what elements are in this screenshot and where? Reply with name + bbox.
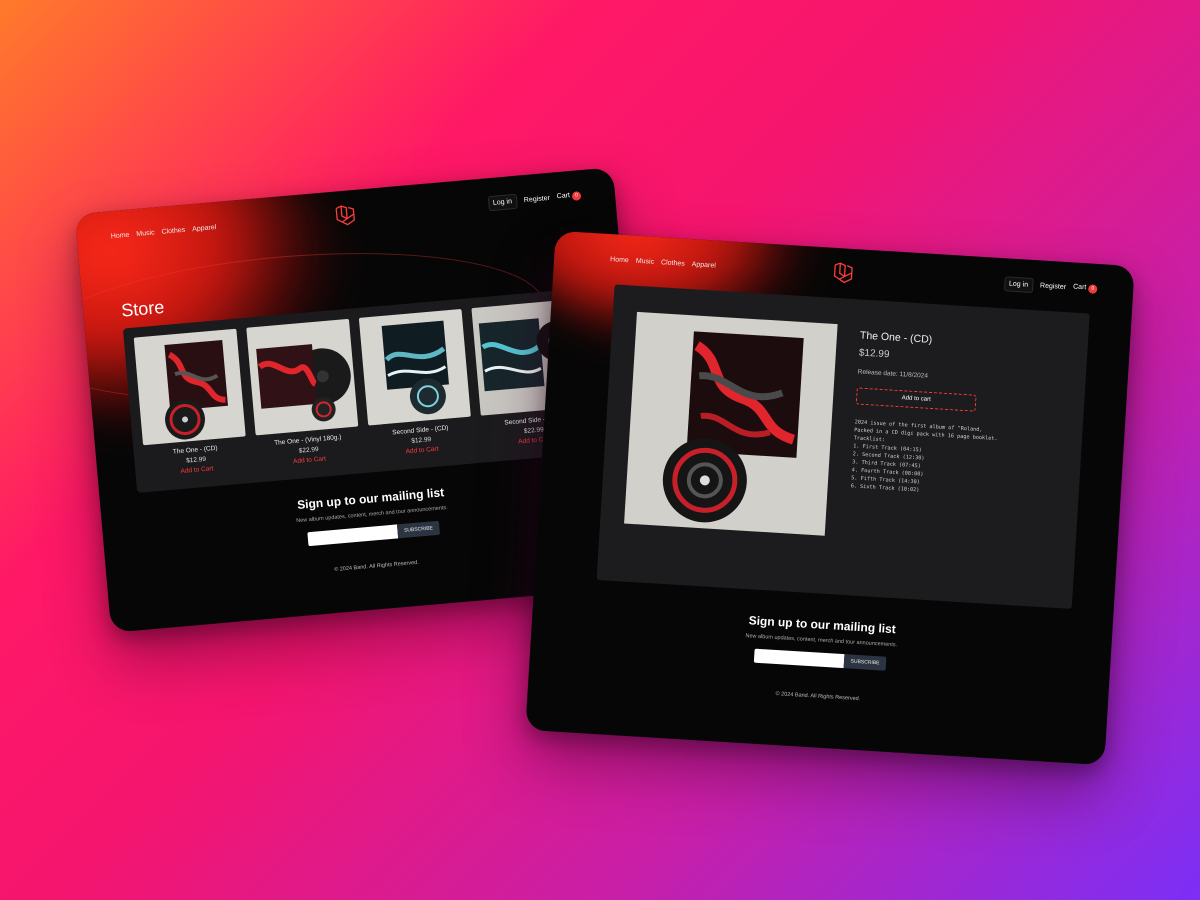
nav-links: Home Music Clothes Apparel bbox=[110, 224, 216, 240]
login-link[interactable]: Log in bbox=[1003, 275, 1034, 293]
nav-apparel[interactable]: Apparel bbox=[192, 224, 217, 233]
cart-count-badge: 0 bbox=[571, 190, 582, 201]
cart-link[interactable]: Cart 0 bbox=[556, 190, 582, 202]
email-field[interactable] bbox=[753, 648, 845, 669]
product-hero-image bbox=[624, 311, 838, 536]
laravel-logo-icon[interactable] bbox=[830, 260, 858, 288]
footer-copyright: © 2024 Band. All Rights Reserved. bbox=[775, 691, 861, 703]
register-link[interactable]: Register bbox=[524, 194, 551, 203]
auth-links: Log in Register Cart 0 bbox=[1003, 275, 1098, 297]
product-detail-screen: Home Music Clothes Apparel Log in Regist… bbox=[525, 230, 1135, 766]
register-link[interactable]: Register bbox=[1040, 282, 1066, 291]
product-image-vinyl[interactable] bbox=[246, 318, 359, 436]
nav-music[interactable]: Music bbox=[636, 257, 655, 265]
subscribe-button[interactable]: SUBSCRIBE bbox=[843, 654, 887, 671]
nav-home[interactable]: Home bbox=[610, 256, 629, 264]
cart-link[interactable]: Cart 0 bbox=[1072, 282, 1098, 294]
nav-clothes[interactable]: Clothes bbox=[161, 226, 185, 235]
login-link[interactable]: Log in bbox=[487, 193, 518, 211]
release-date: Release date: 11/8/2024 bbox=[857, 368, 929, 380]
email-field[interactable] bbox=[306, 524, 398, 547]
nav-links: Home Music Clothes Apparel bbox=[610, 256, 716, 269]
page-title: Store bbox=[120, 296, 166, 321]
cart-label: Cart bbox=[556, 191, 571, 200]
laravel-logo-icon[interactable] bbox=[332, 202, 360, 230]
product-image-cd-2[interactable] bbox=[358, 308, 471, 426]
product-card[interactable]: Second Side - (CD) $12.99 Add to Cart bbox=[358, 308, 475, 472]
product-description: 2024 issue of the first album of "Roland… bbox=[850, 419, 998, 494]
nav-apparel[interactable]: Apparel bbox=[692, 261, 717, 269]
cart-count-badge: 0 bbox=[1088, 283, 1098, 294]
auth-links: Log in Register Cart 0 bbox=[487, 188, 582, 211]
mailing-section: Sign up to our mailing list New album up… bbox=[530, 600, 1112, 684]
product-info: The One - (CD) $12.99 Release date: 11/8… bbox=[851, 330, 1070, 504]
nav-music[interactable]: Music bbox=[136, 229, 155, 238]
product-detail-panel: The One - (CD) $12.99 Release date: 11/8… bbox=[596, 284, 1090, 609]
cart-label: Cart bbox=[1072, 282, 1087, 291]
product-card[interactable]: The One - (CD) $12.99 Add to Cart bbox=[133, 328, 250, 492]
nav-home[interactable]: Home bbox=[110, 231, 129, 240]
store-navbar: Home Music Clothes Apparel Log in Regist… bbox=[75, 167, 617, 264]
subscribe-button[interactable]: SUBSCRIBE bbox=[396, 520, 441, 539]
product-card[interactable]: The One - (Vinyl 180g.) $22.99 Add to Ca… bbox=[246, 318, 362, 482]
add-to-cart-button[interactable]: Add to cart bbox=[855, 387, 977, 412]
nav-clothes[interactable]: Clothes bbox=[661, 259, 685, 267]
product-image-cd[interactable] bbox=[133, 328, 246, 446]
